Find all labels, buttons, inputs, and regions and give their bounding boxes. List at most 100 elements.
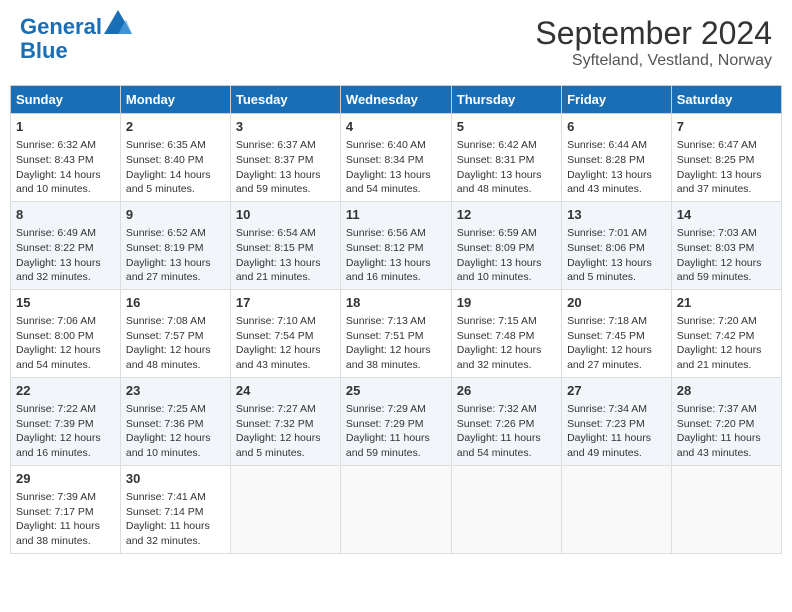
calendar-cell: 3 Sunrise: 6:37 AMSunset: 8:37 PMDaylight… xyxy=(230,114,340,202)
calendar-cell: 30Sunrise: 7:41 AMSunset: 7:14 PMDayligh… xyxy=(120,465,230,553)
day-number: 9 xyxy=(126,206,225,224)
calendar-cell: 11Sunrise: 6:56 AMSunset: 8:12 PMDayligh… xyxy=(340,201,451,289)
day-info: Sunrise: 6:35 AMSunset: 8:40 PMDaylight:… xyxy=(126,138,225,197)
day-number: 2 xyxy=(126,118,225,136)
day-number: 28 xyxy=(677,382,776,400)
day-info: Sunrise: 6:49 AMSunset: 8:22 PMDaylight:… xyxy=(16,226,115,285)
day-info: Sunrise: 7:03 AMSunset: 8:03 PMDaylight:… xyxy=(677,226,776,285)
day-info: Sunrise: 7:41 AMSunset: 7:14 PMDaylight:… xyxy=(126,490,225,549)
day-info: Sunrise: 6:59 AMSunset: 8:09 PMDaylight:… xyxy=(457,226,556,285)
day-number: 7 xyxy=(677,118,776,136)
day-number: 5 xyxy=(457,118,556,136)
calendar-table: SundayMondayTuesdayWednesdayThursdayFrid… xyxy=(10,85,782,554)
day-number: 15 xyxy=(16,294,115,312)
day-info: Sunrise: 6:52 AMSunset: 8:19 PMDaylight:… xyxy=(126,226,225,285)
day-number: 4 xyxy=(346,118,446,136)
calendar-cell: 14Sunrise: 7:03 AMSunset: 8:03 PMDayligh… xyxy=(671,201,781,289)
calendar-cell xyxy=(340,465,451,553)
day-info: Sunrise: 7:01 AMSunset: 8:06 PMDaylight:… xyxy=(567,226,666,285)
day-info: Sunrise: 7:06 AMSunset: 8:00 PMDaylight:… xyxy=(16,314,115,373)
day-number: 3 xyxy=(236,118,335,136)
logo-icon xyxy=(104,10,132,34)
page-header: General Blue September 2024 Syfteland, V… xyxy=(10,10,782,75)
day-number: 27 xyxy=(567,382,666,400)
day-info: Sunrise: 6:47 AMSunset: 8:25 PMDaylight:… xyxy=(677,138,776,197)
col-header-monday: Monday xyxy=(120,86,230,114)
day-number: 13 xyxy=(567,206,666,224)
logo: General Blue xyxy=(20,15,132,63)
calendar-cell: 20 Sunrise: 7:18 AMSunset: 7:45 PMDayligh… xyxy=(562,289,672,377)
day-number: 21 xyxy=(677,294,776,312)
calendar-cell xyxy=(562,465,672,553)
day-number: 29 xyxy=(16,470,115,488)
calendar-cell: 23Sunrise: 7:25 AMSunset: 7:36 PMDayligh… xyxy=(120,377,230,465)
day-info: Sunrise: 7:37 AMSunset: 7:20 PMDaylight:… xyxy=(677,402,776,461)
day-number: 22 xyxy=(16,382,115,400)
day-number: 12 xyxy=(457,206,556,224)
day-info: Sunrise: 7:13 AMSunset: 7:51 PMDaylight:… xyxy=(346,314,446,373)
calendar-cell: 9 Sunrise: 6:52 AMSunset: 8:19 PMDaylight… xyxy=(120,201,230,289)
day-info: Sunrise: 6:56 AMSunset: 8:12 PMDaylight:… xyxy=(346,226,446,285)
calendar-cell: 10 Sunrise: 6:54 AMSunset: 8:15 PMDayligh… xyxy=(230,201,340,289)
col-header-friday: Friday xyxy=(562,86,672,114)
day-info: Sunrise: 6:32 AMSunset: 8:43 PMDaylight:… xyxy=(16,138,115,197)
calendar-cell: 17Sunrise: 7:10 AMSunset: 7:54 PMDayligh… xyxy=(230,289,340,377)
day-number: 8 xyxy=(16,206,115,224)
calendar-cell: 2 Sunrise: 6:35 AMSunset: 8:40 PMDaylight… xyxy=(120,114,230,202)
day-info: Sunrise: 7:25 AMSunset: 7:36 PMDaylight:… xyxy=(126,402,225,461)
day-info: Sunrise: 7:15 AMSunset: 7:48 PMDaylight:… xyxy=(457,314,556,373)
col-header-saturday: Saturday xyxy=(671,86,781,114)
logo-general: General xyxy=(20,14,102,39)
day-info: Sunrise: 7:08 AMSunset: 7:57 PMDaylight:… xyxy=(126,314,225,373)
calendar-cell: 8 Sunrise: 6:49 AMSunset: 8:22 PMDaylight… xyxy=(11,201,121,289)
day-number: 20 xyxy=(567,294,666,312)
calendar-cell: 16 Sunrise: 7:08 AMSunset: 7:57 PMDayligh… xyxy=(120,289,230,377)
day-number: 16 xyxy=(126,294,225,312)
col-header-thursday: Thursday xyxy=(451,86,561,114)
day-info: Sunrise: 6:42 AMSunset: 8:31 PMDaylight:… xyxy=(457,138,556,197)
col-header-sunday: Sunday xyxy=(11,86,121,114)
calendar-cell: 18 Sunrise: 7:13 AMSunset: 7:51 PMDayligh… xyxy=(340,289,451,377)
day-number: 25 xyxy=(346,382,446,400)
day-number: 18 xyxy=(346,294,446,312)
calendar-cell: 15 Sunrise: 7:06 AMSunset: 8:00 PMDayligh… xyxy=(11,289,121,377)
calendar-cell: 12 Sunrise: 6:59 AMSunset: 8:09 PMDayligh… xyxy=(451,201,561,289)
day-info: Sunrise: 6:54 AMSunset: 8:15 PMDaylight:… xyxy=(236,226,335,285)
day-number: 10 xyxy=(236,206,335,224)
calendar-cell: 13 Sunrise: 7:01 AMSunset: 8:06 PMDayligh… xyxy=(562,201,672,289)
day-number: 6 xyxy=(567,118,666,136)
day-info: Sunrise: 7:29 AMSunset: 7:29 PMDaylight:… xyxy=(346,402,446,461)
day-number: 1 xyxy=(16,118,115,136)
calendar-cell: 24 Sunrise: 7:27 AMSunset: 7:32 PMDayligh… xyxy=(230,377,340,465)
calendar-cell: 29Sunrise: 7:39 AMSunset: 7:17 PMDayligh… xyxy=(11,465,121,553)
day-info: Sunrise: 7:34 AMSunset: 7:23 PMDaylight:… xyxy=(567,402,666,461)
day-number: 19 xyxy=(457,294,556,312)
day-info: Sunrise: 7:27 AMSunset: 7:32 PMDaylight:… xyxy=(236,402,335,461)
logo-blue: Blue xyxy=(20,38,68,63)
calendar-cell xyxy=(230,465,340,553)
calendar-cell: 22 Sunrise: 7:22 AMSunset: 7:39 PMDayligh… xyxy=(11,377,121,465)
day-info: Sunrise: 6:44 AMSunset: 8:28 PMDaylight:… xyxy=(567,138,666,197)
calendar-cell: 25 Sunrise: 7:29 AMSunset: 7:29 PMDayligh… xyxy=(340,377,451,465)
title-area: September 2024 Syfteland, Vestland, Norw… xyxy=(535,15,772,70)
calendar-cell: 7 Sunrise: 6:47 AMSunset: 8:25 PMDaylight… xyxy=(671,114,781,202)
day-info: Sunrise: 6:40 AMSunset: 8:34 PMDaylight:… xyxy=(346,138,446,197)
calendar-cell: 26Sunrise: 7:32 AMSunset: 7:26 PMDayligh… xyxy=(451,377,561,465)
calendar-cell: 21 Sunrise: 7:20 AMSunset: 7:42 PMDayligh… xyxy=(671,289,781,377)
day-info: Sunrise: 7:20 AMSunset: 7:42 PMDaylight:… xyxy=(677,314,776,373)
calendar-cell xyxy=(451,465,561,553)
calendar-cell: 19 Sunrise: 7:15 AMSunset: 7:48 PMDayligh… xyxy=(451,289,561,377)
day-info: Sunrise: 7:10 AMSunset: 7:54 PMDaylight:… xyxy=(236,314,335,373)
day-info: Sunrise: 7:22 AMSunset: 7:39 PMDaylight:… xyxy=(16,402,115,461)
calendar-cell xyxy=(671,465,781,553)
location-subtitle: Syfteland, Vestland, Norway xyxy=(535,52,772,70)
calendar-cell: 6 Sunrise: 6:44 AMSunset: 8:28 PMDaylight… xyxy=(562,114,672,202)
day-number: 26 xyxy=(457,382,556,400)
col-header-wednesday: Wednesday xyxy=(340,86,451,114)
day-number: 24 xyxy=(236,382,335,400)
calendar-cell: 5 Sunrise: 6:42 AMSunset: 8:31 PMDaylight… xyxy=(451,114,561,202)
col-header-tuesday: Tuesday xyxy=(230,86,340,114)
calendar-cell: 4 Sunrise: 6:40 AMSunset: 8:34 PMDaylight… xyxy=(340,114,451,202)
day-info: Sunrise: 6:37 AMSunset: 8:37 PMDaylight:… xyxy=(236,138,335,197)
day-info: Sunrise: 7:18 AMSunset: 7:45 PMDaylight:… xyxy=(567,314,666,373)
